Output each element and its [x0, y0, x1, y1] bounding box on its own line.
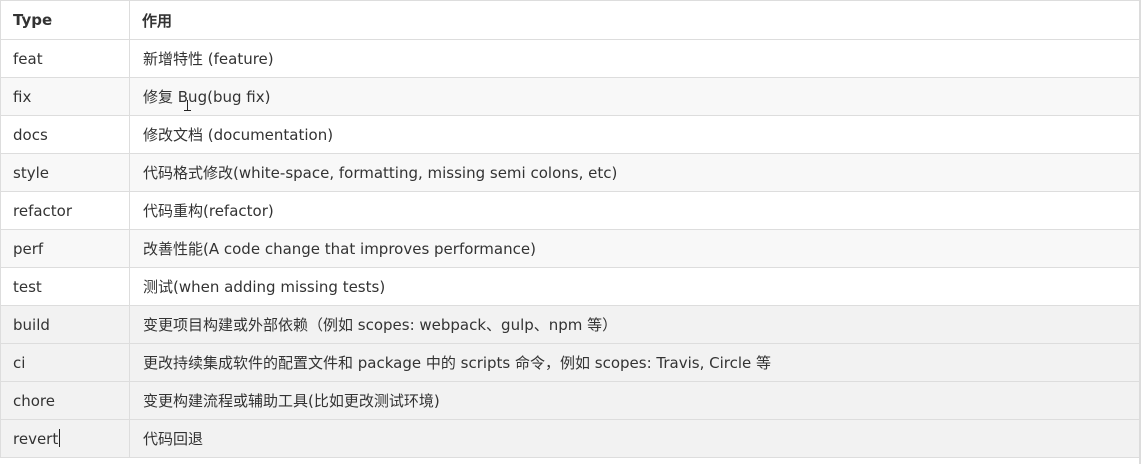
header-description: 作用	[129, 0, 1140, 40]
type-cell[interactable]: fix	[0, 77, 130, 116]
table-row: ci 更改持续集成软件的配置文件和 package 中的 scripts 命令，…	[0, 343, 1140, 382]
type-cell[interactable]: docs	[0, 115, 130, 154]
description-cell[interactable]: 测试(when adding missing tests)	[129, 267, 1140, 306]
table-row: refactor 代码重构(refactor)	[0, 191, 1140, 230]
ibeam-cursor-icon	[184, 100, 192, 112]
type-cell[interactable]: build	[0, 305, 130, 344]
table-row: feat 新增特性 (feature)	[0, 39, 1140, 78]
text-caret	[59, 429, 61, 447]
table-row: test 测试(when adding missing tests)	[0, 267, 1140, 306]
description-cell[interactable]: 更改持续集成软件的配置文件和 package 中的 scripts 命令，例如 …	[129, 343, 1140, 382]
header-type: Type	[0, 0, 130, 40]
table-row: revert 代码回退	[0, 419, 1140, 458]
description-cell[interactable]: 变更项目构建或外部依赖（例如 scopes: webpack、gulp、npm …	[129, 305, 1140, 344]
type-cell[interactable]: feat	[0, 39, 130, 78]
table-row: docs 修改文档 (documentation)	[0, 115, 1140, 154]
description-cell[interactable]: 变更构建流程或辅助工具(比如更改测试环境)	[129, 381, 1140, 420]
table-row: style 代码格式修改(white-space, formatting, mi…	[0, 153, 1140, 192]
table-row: chore 变更构建流程或辅助工具(比如更改测试环境)	[0, 381, 1140, 420]
description-cell[interactable]: 改善性能(A code change that improves perform…	[129, 229, 1140, 268]
description-cell[interactable]: 修复 Bug(bug fix)	[129, 77, 1140, 116]
commit-type-table-container: Type 作用 feat 新增特性 (feature) fix 修复 Bug(b…	[0, 0, 1141, 464]
type-cell[interactable]: test	[0, 267, 130, 306]
type-cell-text: revert	[13, 430, 59, 448]
type-cell[interactable]: refactor	[0, 191, 130, 230]
table-row: perf 改善性能(A code change that improves pe…	[0, 229, 1140, 268]
type-cell[interactable]: perf	[0, 229, 130, 268]
description-cell[interactable]: 代码回退	[129, 419, 1140, 458]
description-cell[interactable]: 代码格式修改(white-space, formatting, missing …	[129, 153, 1140, 192]
table-row: build 变更项目构建或外部依赖（例如 scopes: webpack、gul…	[0, 305, 1140, 344]
description-cell[interactable]: 新增特性 (feature)	[129, 39, 1140, 78]
table-header-row: Type 作用	[0, 0, 1140, 40]
description-cell[interactable]: 修改文档 (documentation)	[129, 115, 1140, 154]
type-cell-with-caret[interactable]: revert	[0, 419, 130, 458]
table-row: fix 修复 Bug(bug fix)	[0, 77, 1140, 116]
description-cell[interactable]: 代码重构(refactor)	[129, 191, 1140, 230]
type-cell[interactable]: ci	[0, 343, 130, 382]
type-cell[interactable]: chore	[0, 381, 130, 420]
type-cell[interactable]: style	[0, 153, 130, 192]
commit-type-table: Type 作用 feat 新增特性 (feature) fix 修复 Bug(b…	[0, 0, 1140, 458]
